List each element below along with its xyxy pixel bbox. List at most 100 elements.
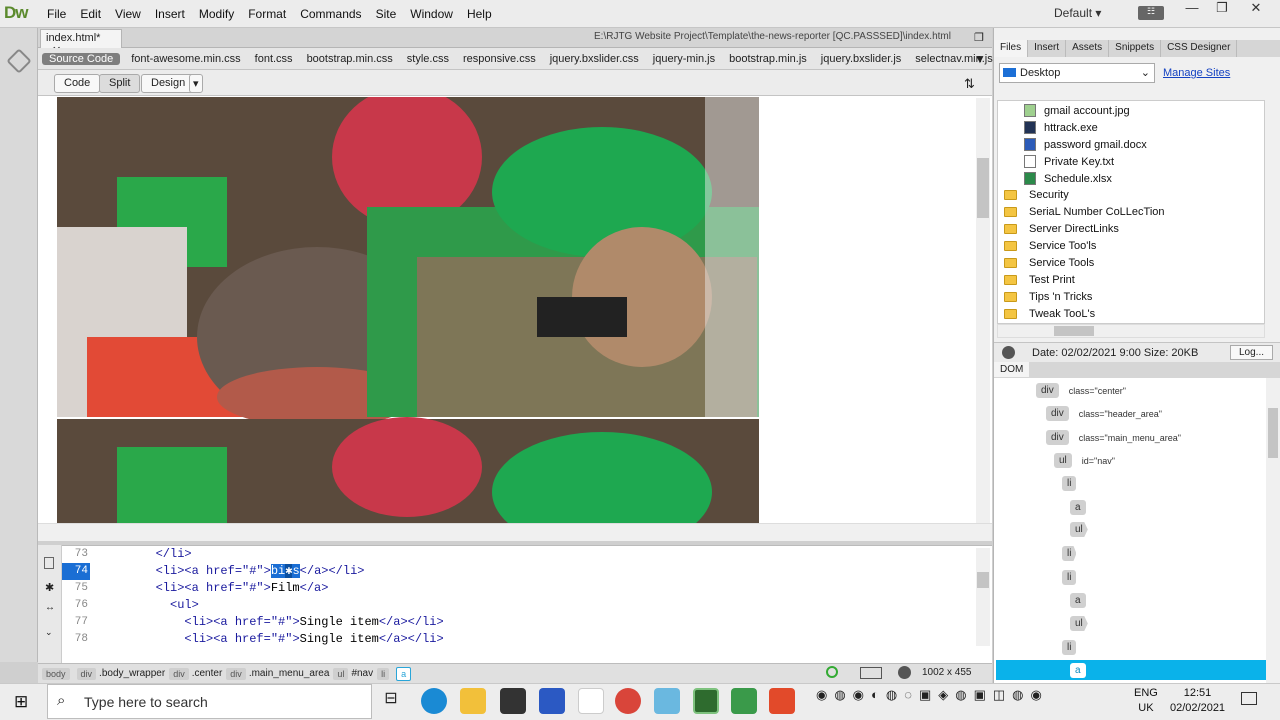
taskbar-search[interactable]: Type here to search — [47, 684, 372, 719]
dom-node[interactable]: li — [1062, 546, 1086, 561]
dom-node[interactable]: div class="center" — [1036, 383, 1126, 398]
dropbox-icon[interactable] — [539, 688, 565, 714]
task-view-icon[interactable]: ⊟ — [378, 688, 404, 714]
filter-icon[interactable]: ▼ — [974, 52, 986, 66]
file-item[interactable]: Private Key.txt — [1024, 155, 1114, 168]
restore-icon[interactable]: ❐ — [1206, 0, 1238, 18]
manage-sites-link[interactable]: Manage Sites — [1163, 67, 1230, 79]
dom-node[interactable]: li — [1062, 476, 1086, 491]
file-item[interactable]: gmail account.jpg — [1024, 104, 1130, 117]
document-tab[interactable]: index.html* ✕ — [40, 29, 122, 57]
system-tray-icons[interactable]: ◉◍◉◐◍◌▣◈◍▣◫◍◉ — [816, 687, 1049, 703]
menu-window[interactable]: Window — [403, 7, 460, 21]
file-list-scrollbar[interactable] — [997, 324, 1265, 338]
related-file[interactable]: jquery.bxslider.css — [543, 53, 646, 65]
dom-node[interactable]: ul — [1070, 616, 1098, 631]
menu-view[interactable]: View — [108, 7, 148, 21]
related-file[interactable]: jquery-min.js — [646, 53, 722, 65]
dom-tab[interactable]: DOM — [994, 362, 1030, 377]
crumb-ul[interactable]: ul #nav — [333, 667, 373, 680]
dom-node[interactable]: li — [1062, 640, 1086, 655]
menu-help[interactable]: Help — [460, 7, 499, 21]
design-view-button[interactable]: Design — [141, 74, 196, 93]
file-explorer-icon[interactable] — [460, 688, 486, 714]
log-button[interactable]: Log... — [1230, 345, 1274, 360]
folder-item[interactable]: Tips 'n Tricks — [1004, 291, 1092, 303]
minimize-icon[interactable]: — — [1176, 0, 1208, 18]
design-horizontal-scrollbar[interactable] — [38, 523, 992, 541]
tab-files[interactable]: Files — [994, 40, 1029, 57]
crumb-div[interactable]: div .main_menu_area — [226, 667, 329, 680]
related-file[interactable]: selectnav.min.js — [908, 53, 999, 65]
related-file[interactable]: jquery.bxslider.js — [814, 53, 909, 65]
mail-icon[interactable] — [500, 688, 526, 714]
dom-node[interactable]: li — [1062, 570, 1086, 585]
expand-icon[interactable]: ↔ — [45, 602, 55, 613]
related-file[interactable]: font.css — [248, 53, 300, 65]
dom-scrollbar[interactable] — [1266, 378, 1280, 683]
device-preview-icon[interactable] — [860, 667, 882, 679]
folder-item[interactable]: SeriaL Number CoLLecTion — [1004, 206, 1165, 218]
folder-item[interactable]: Test Print — [1004, 274, 1075, 286]
tab-assets[interactable]: Assets — [1066, 40, 1110, 57]
collapse-icon[interactable]: ⌄ — [45, 627, 54, 638]
globe-icon[interactable] — [898, 666, 911, 679]
split-view-button[interactable]: Split — [99, 74, 141, 93]
windows-start-icon[interactable]: ⊞ — [14, 692, 28, 712]
menu-insert[interactable]: Insert — [148, 7, 192, 21]
folder-item[interactable]: Server DirectLinks — [1004, 223, 1119, 235]
related-file-source-code[interactable]: Source Code — [42, 52, 121, 65]
dom-tree[interactable] — [994, 378, 1280, 683]
tab-insert[interactable]: Insert — [1028, 40, 1067, 57]
code-lines[interactable]: </li> <li><a href="#">bi✱s</a></li> <li>… — [98, 546, 968, 648]
tab-css-designer[interactable]: CSS Designer — [1161, 40, 1238, 57]
crumb-body[interactable]: body — [42, 667, 73, 680]
related-file[interactable]: responsive.css — [456, 53, 543, 65]
tab-snippets[interactable]: Snippets — [1109, 40, 1162, 57]
related-file[interactable]: bootstrap.min.css — [300, 53, 400, 65]
file-item[interactable]: Schedule.xlsx — [1024, 172, 1112, 185]
site-select[interactable]: Desktop ⌄ — [999, 63, 1155, 83]
dom-node[interactable]: a — [1070, 593, 1096, 608]
close-icon[interactable]: ✕ — [1240, 0, 1272, 18]
open-documents-icon[interactable] — [44, 557, 54, 569]
notification-icon[interactable] — [1241, 692, 1257, 705]
clock[interactable]: 12:51 02/02/2021 — [1170, 686, 1225, 716]
crumb-li[interactable]: li — [377, 667, 392, 680]
file-item[interactable]: httrack.exe — [1024, 121, 1098, 134]
view-dropdown-icon[interactable]: ▾ — [189, 74, 203, 93]
crumb-div[interactable]: div .center — [169, 667, 222, 680]
dom-node[interactable]: a — [1070, 500, 1096, 515]
sync-icon[interactable]: ☷ — [1138, 6, 1164, 20]
edge-icon[interactable] — [421, 688, 447, 714]
language-indicator[interactable]: ENG UK — [1134, 686, 1158, 716]
code-vertical-scrollbar[interactable] — [976, 548, 990, 646]
restore-doc-icon[interactable]: ❐ — [974, 31, 984, 44]
snippet-icon[interactable]: ✱ — [45, 581, 54, 594]
folder-item[interactable]: Service Too'ls — [1004, 240, 1096, 252]
menu-site[interactable]: Site — [369, 7, 404, 21]
code-view-button[interactable]: Code — [54, 74, 101, 93]
dom-selected-row[interactable] — [996, 660, 1266, 680]
dom-node[interactable]: div class="header_area" — [1046, 406, 1162, 421]
dom-node[interactable]: ul — [1070, 522, 1098, 537]
sort-icon[interactable]: ⇅ — [964, 76, 975, 92]
related-file[interactable]: style.css — [400, 53, 456, 65]
folder-item[interactable]: Security — [1004, 189, 1069, 201]
related-file[interactable]: font-awesome.min.css — [124, 53, 247, 65]
dom-node-selected[interactable]: a — [1070, 663, 1096, 678]
dom-node[interactable]: ul id="nav" — [1054, 453, 1115, 468]
chrome-icon[interactable] — [615, 688, 641, 714]
menu-modify[interactable]: Modify — [192, 7, 241, 21]
app-icon[interactable] — [654, 688, 680, 714]
file-item[interactable]: password gmail.docx — [1024, 138, 1147, 151]
app-icon[interactable] — [731, 688, 757, 714]
menu-commands[interactable]: Commands — [293, 7, 368, 21]
folder-item[interactable]: Service Tools — [1004, 257, 1094, 269]
crumb-a[interactable]: a — [396, 666, 414, 681]
menu-file[interactable]: File — [40, 7, 73, 21]
app-icon[interactable] — [769, 688, 795, 714]
app-icon[interactable] — [578, 688, 604, 714]
folder-item[interactable]: Tweak TooL's — [1004, 308, 1095, 320]
dreamweaver-icon[interactable] — [693, 688, 719, 714]
